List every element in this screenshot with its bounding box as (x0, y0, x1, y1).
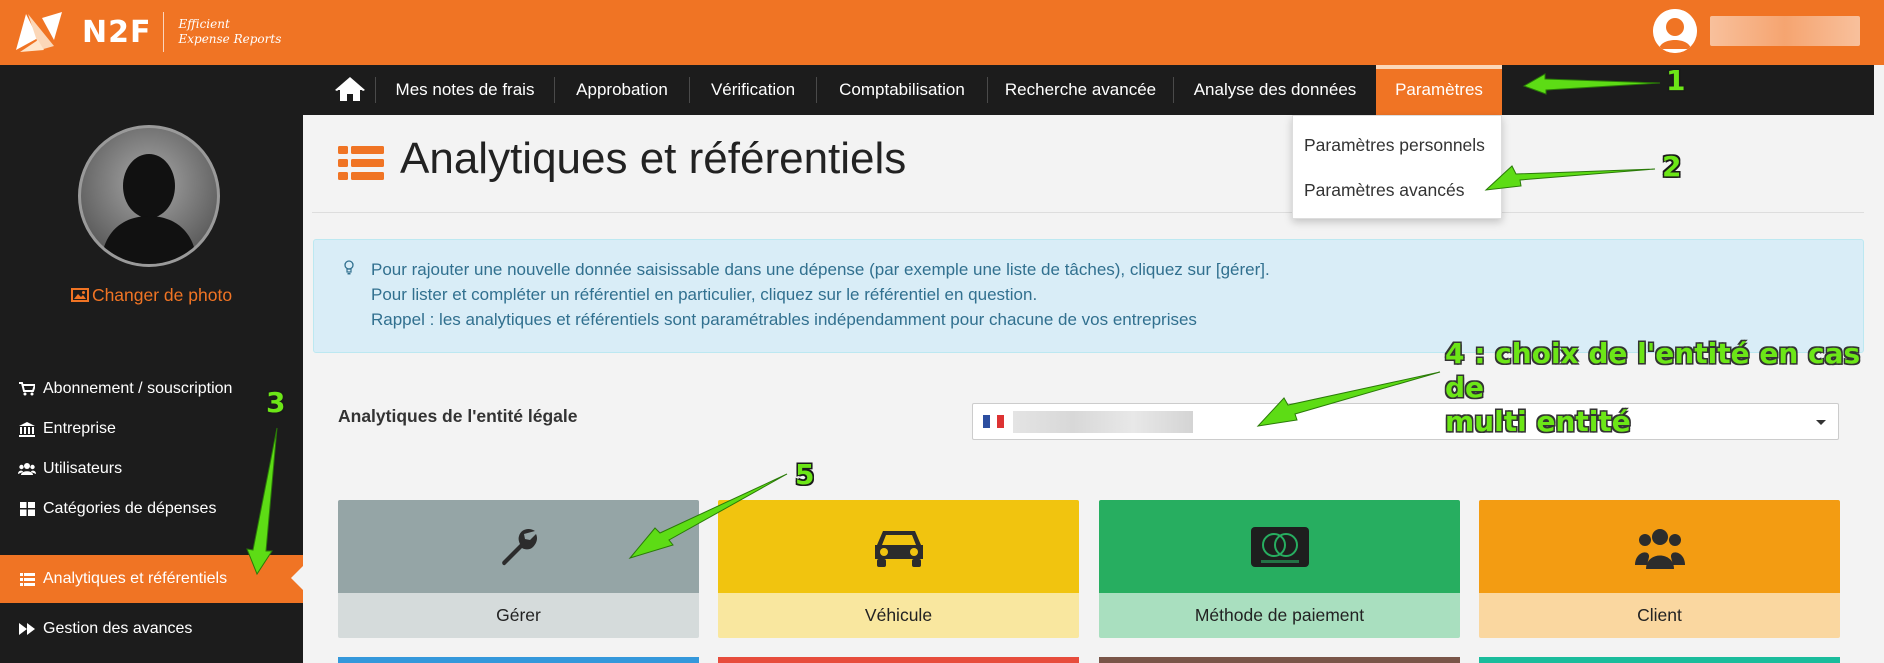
active-item-notch (291, 566, 303, 590)
user-silhouette-icon (1653, 9, 1697, 53)
settings-dropdown: Paramètres personnels Paramètres avancés (1292, 115, 1502, 219)
wrench-icon (501, 528, 537, 565)
lightbulb-icon (344, 260, 354, 280)
tile-label: Client (1479, 593, 1840, 638)
top-header: N2F Efficient Expense Reports (0, 0, 1884, 65)
tile-gerer[interactable]: Gérer (338, 500, 699, 638)
tile-partial (1099, 657, 1460, 663)
sidebar-item-label: Entreprise (43, 420, 116, 437)
tile-icon-area (718, 500, 1079, 593)
annotation-line: 4 : choix de l'entité en cas de (1445, 337, 1861, 404)
tile-label: Gérer (338, 593, 699, 638)
menu-item-parametres-avances[interactable]: Paramètres avancés (1304, 180, 1465, 201)
france-flag-icon (983, 415, 1004, 428)
nav-mes-notes-de-frais[interactable]: Mes notes de frais (376, 65, 554, 115)
sidebar-item-avances[interactable]: Gestion des avances (0, 605, 303, 653)
tile-vehicule[interactable]: Véhicule (718, 500, 1079, 638)
sidebar-item-label: Gestion des avances (43, 620, 193, 637)
tile-partial (1479, 657, 1840, 663)
list-icon (338, 146, 384, 185)
users-icon (17, 461, 37, 477)
users-icon (1634, 528, 1685, 569)
tile-icon-area (1479, 500, 1840, 593)
nav-verification[interactable]: Vérification (690, 65, 816, 115)
credit-card-icon (1250, 526, 1309, 567)
sidebar-item-categories[interactable]: Catégories de dépenses (0, 485, 303, 533)
nav-comptabilisation[interactable]: Comptabilisation (817, 65, 987, 115)
tile-partial (718, 657, 1079, 663)
home-button[interactable] (325, 65, 375, 115)
logo-divider (163, 12, 165, 52)
sidebar-item-label: Analytiques et référentiels (43, 570, 228, 587)
tile-partial (338, 657, 699, 663)
annotation-entity-note: 4 : choix de l'entité en cas de multi en… (1445, 337, 1884, 439)
nav-active-indicator (1376, 65, 1502, 69)
info-text-line: Pour lister et compléter un référentiel … (371, 285, 1038, 304)
tile-icon-area (338, 500, 699, 593)
bank-icon (17, 421, 37, 437)
tile-client[interactable]: Client (1479, 500, 1840, 638)
user-avatar[interactable] (1653, 9, 1697, 53)
tile-methode-paiement[interactable]: Méthode de paiement (1099, 500, 1460, 638)
car-icon (874, 530, 923, 567)
tile-icon-area (1099, 500, 1460, 593)
info-text-line: Pour rajouter une nouvelle donnée saisis… (371, 260, 1270, 279)
image-icon (70, 288, 89, 302)
list-icon (17, 571, 37, 587)
change-photo-link[interactable]: Changer de photo (0, 285, 303, 306)
sidebar-item-label: Utilisateurs (43, 460, 123, 477)
tagline-line-1: Efficient (178, 17, 230, 31)
annotation-arrow-2 (1484, 165, 1656, 191)
main-nav: Mes notes de frais Approbation Vérificat… (0, 65, 1884, 115)
logo-mark-icon (16, 12, 62, 52)
nav-analyse-des-donnees[interactable]: Analyse des données (1174, 65, 1376, 115)
annotation-number-2: 2 (1662, 150, 1682, 183)
profile-silhouette-icon (81, 128, 217, 264)
home-icon (335, 77, 365, 101)
tile-label: Méthode de paiement (1099, 593, 1460, 638)
nav-recherche-avancee[interactable]: Recherche avancée (988, 65, 1173, 115)
grid-icon (17, 501, 37, 517)
change-photo-label: Changer de photo (91, 285, 233, 305)
page-title: Analytiques et référentiels (400, 134, 907, 183)
tile-label: Véhicule (718, 593, 1079, 638)
entity-name-redacted (1013, 411, 1193, 433)
info-text-line: Rappel : les analytiques et référentiels… (371, 310, 1197, 329)
sidebar-item-label: Catégories de dépenses (43, 500, 217, 517)
tagline-line-2: Expense Reports (178, 32, 282, 46)
cart-icon (17, 381, 37, 397)
menu-item-parametres-personnels[interactable]: Paramètres personnels (1304, 135, 1485, 156)
sidebar-item-analytiques[interactable]: Analytiques et référentiels (0, 555, 303, 603)
annotation-number-5: 5 (795, 458, 815, 491)
sidebar-item-label: Abonnement / souscription (43, 380, 233, 397)
brand-name: N2F (82, 14, 152, 50)
entity-label: Analytiques de l'entité légale (338, 406, 578, 426)
annotation-number-1: 1 (1666, 64, 1686, 97)
title-divider (312, 212, 1864, 213)
sidebar: Changer de photo Abonnement / souscripti… (0, 115, 303, 663)
annotation-number-3: 3 (266, 386, 286, 419)
brand-tagline: Efficient Expense Reports (178, 17, 281, 47)
n2f-logo[interactable]: N2F Efficient Expense Reports (14, 8, 281, 56)
user-name-redacted[interactable] (1710, 16, 1860, 46)
nav-parametres[interactable]: Paramètres (1376, 65, 1502, 115)
nav-approbation[interactable]: Approbation (555, 65, 689, 115)
annotation-line: multi entité (1445, 405, 1631, 438)
info-alert: Pour rajouter une nouvelle donnée saisis… (313, 239, 1864, 353)
forward-icon (17, 621, 37, 637)
profile-photo[interactable] (78, 125, 220, 267)
